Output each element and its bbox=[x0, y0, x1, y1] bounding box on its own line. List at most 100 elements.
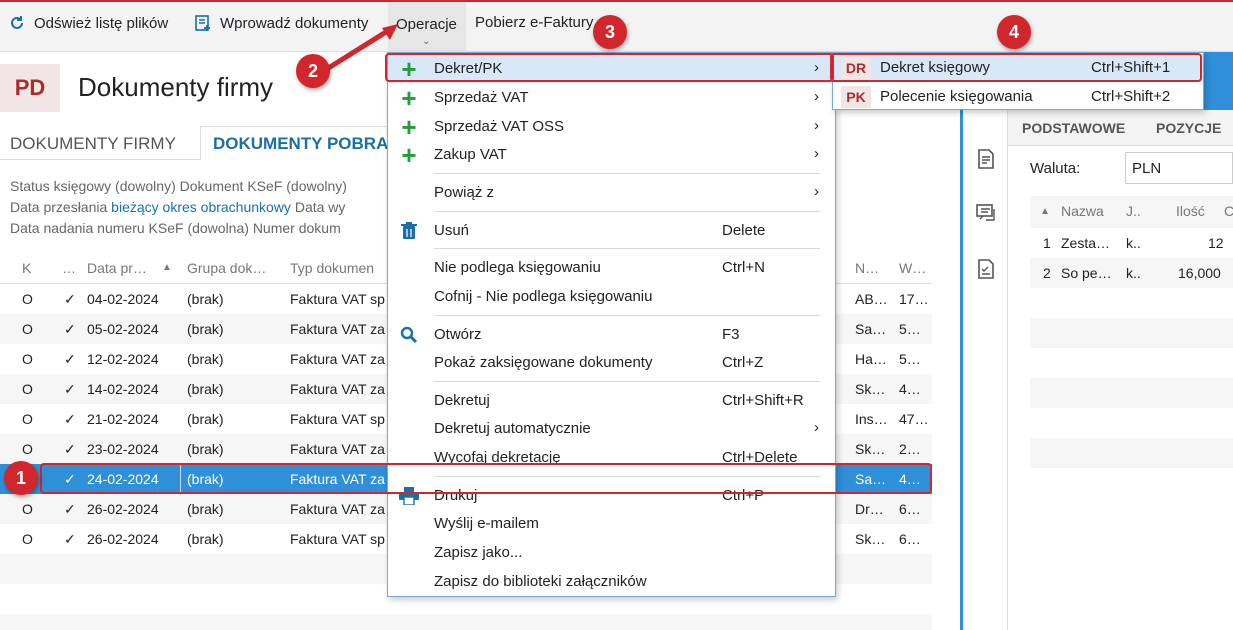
menu-item-shortcut: Ctrl+N bbox=[722, 259, 765, 276]
tab-downloaded-documents[interactable]: DOKUMENTY POBRA bbox=[213, 134, 388, 154]
menu-separator bbox=[434, 248, 820, 249]
menu-item-show-posted-documents[interactable]: Pokaż zaksięgowane dokumenty Ctrl+Z bbox=[388, 349, 835, 377]
cell-date: 23-02-2024 bbox=[87, 441, 159, 457]
menu-item-delete[interactable]: Usuń Delete bbox=[388, 217, 835, 245]
menu-item-undo-not-subject[interactable]: Cofnij - Nie podlega księgowaniu bbox=[388, 283, 835, 311]
item-number: 1 bbox=[1043, 235, 1051, 251]
menu-item-save-to-attachments[interactable]: Zapisz do biblioteki załączników bbox=[388, 568, 835, 596]
menu-item-save-as[interactable]: Zapisz jako... bbox=[388, 539, 835, 567]
menu-item-post[interactable]: Dekretuj Ctrl+Shift+R bbox=[388, 387, 835, 415]
cell-check: ✓ bbox=[64, 291, 76, 307]
trash-icon bbox=[398, 220, 420, 242]
column-header-unit[interactable]: J.. bbox=[1126, 203, 1141, 219]
document-type-badge: PK bbox=[841, 86, 871, 108]
menu-item-post-automatically[interactable]: Dekretuj automatycznie › bbox=[388, 415, 835, 443]
cell-w: 6… bbox=[899, 531, 921, 547]
refresh-button[interactable]: Odśwież listę plików bbox=[8, 14, 168, 32]
cell-k: O bbox=[22, 321, 33, 337]
download-einvoices-button[interactable]: Pobierz e-Faktury bbox=[475, 14, 593, 31]
column-header-quantity[interactable]: Ilość bbox=[1176, 203, 1205, 219]
submenu-item-shortcut: Ctrl+Shift+2 bbox=[1091, 88, 1171, 105]
comments-icon[interactable] bbox=[973, 200, 999, 226]
cell-k: O bbox=[22, 351, 33, 367]
column-header-type[interactable]: Typ dokumen bbox=[290, 260, 374, 276]
menu-item-label: Cofnij - Nie podlega księgowaniu bbox=[434, 288, 653, 305]
cell-n: Sk… bbox=[855, 381, 886, 397]
item-unit: k.. bbox=[1126, 265, 1141, 281]
column-header-name[interactable]: Nazwa bbox=[1061, 203, 1104, 219]
menu-item-label: Otwórz bbox=[434, 326, 482, 343]
cell-group: (brak) bbox=[187, 501, 224, 517]
annotation-highlight-dekret bbox=[385, 53, 834, 82]
tab-company-documents[interactable]: DOKUMENTY FIRMY bbox=[10, 134, 176, 154]
menu-item-label: Nie podlega księgowaniu bbox=[434, 259, 601, 276]
menu-item-sales-vat[interactable]: + Sprzedaż VAT › bbox=[388, 84, 835, 112]
column-header-c[interactable]: C bbox=[1224, 203, 1233, 219]
items-grid: ▲ Nazwa J.. Ilość C 1 Zesta… k.. 12 2 So… bbox=[1030, 196, 1233, 468]
items-grid-header: ▲ Nazwa J.. Ilość C bbox=[1030, 196, 1233, 228]
submenu-item-posting-order[interactable]: PK Polecenie księgowania Ctrl+Shift+2 bbox=[833, 83, 1203, 111]
cell-k: O bbox=[22, 501, 33, 517]
column-header-k[interactable]: K bbox=[22, 260, 31, 276]
column-header-check[interactable]: … bbox=[62, 260, 76, 276]
menu-item-label: Sprzedaż VAT bbox=[434, 89, 529, 106]
items-row[interactable]: 2 So pe… k.. 16,000 bbox=[1030, 258, 1233, 288]
cell-date: 21-02-2024 bbox=[87, 411, 159, 427]
chevron-right-icon: › bbox=[814, 88, 819, 105]
cell-n: AB… bbox=[855, 291, 888, 307]
preview-side-toolbar bbox=[963, 110, 1008, 630]
filter-issue-date[interactable]: Data wy bbox=[295, 199, 346, 215]
column-header-n[interactable]: N… bbox=[855, 260, 879, 276]
cell-check: ✓ bbox=[64, 351, 76, 367]
column-header-date[interactable]: Data pr… bbox=[87, 260, 147, 276]
cell-check: ✓ bbox=[64, 531, 76, 547]
items-row-empty bbox=[1030, 348, 1233, 378]
cell-type: Faktura VAT sp bbox=[290, 531, 385, 547]
menu-item-open[interactable]: Otwórz F3 bbox=[388, 321, 835, 349]
tab-bar: DOKUMENTY FIRMY DOKUMENTY POBRA bbox=[0, 126, 390, 160]
menu-item-label: Dekretuj automatycznie bbox=[434, 420, 591, 437]
cell-w: 5… bbox=[899, 351, 921, 367]
edit-document-icon[interactable] bbox=[973, 146, 999, 172]
filter-accounting-status[interactable]: Status księgowy (dowolny) bbox=[10, 178, 176, 194]
menu-item-shortcut: Ctrl+Shift+R bbox=[722, 392, 804, 409]
currency-label: Waluta: bbox=[1030, 160, 1081, 177]
filter-ksef-number-date[interactable]: Data nadania numeru KSeF (dowolna) bbox=[10, 220, 249, 236]
cell-w: 17… bbox=[899, 291, 929, 307]
menu-item-label: Powiąż z bbox=[434, 184, 495, 201]
currency-field[interactable]: PLN bbox=[1125, 152, 1233, 184]
cell-w: 5… bbox=[899, 321, 921, 337]
filter-sent-date-link[interactable]: bieżący okres obrachunkowy bbox=[111, 199, 291, 215]
item-name: So pe… bbox=[1061, 265, 1112, 281]
cell-type: Faktura VAT sp bbox=[290, 411, 385, 427]
tab-items[interactable]: POZYCJE bbox=[1156, 120, 1221, 136]
cell-date: 04-02-2024 bbox=[87, 291, 159, 307]
document-checklist-icon[interactable] bbox=[973, 256, 999, 282]
search-icon bbox=[398, 324, 420, 346]
cell-group: (brak) bbox=[187, 381, 224, 397]
cell-n: Ins… bbox=[855, 411, 888, 427]
menu-item-send-email[interactable]: Wyślij e-mailem bbox=[388, 510, 835, 538]
filter-ksef-document[interactable]: Dokument KSeF (dowolny) bbox=[180, 178, 347, 194]
item-quantity: 16,000 bbox=[1178, 265, 1221, 281]
menu-separator bbox=[434, 315, 820, 316]
cell-group: (brak) bbox=[187, 411, 224, 427]
cell-n: Ha… bbox=[855, 351, 887, 367]
cell-type: Faktura VAT za bbox=[290, 381, 385, 397]
filter-document-number[interactable]: Numer dokum bbox=[253, 220, 341, 236]
menu-item-link-with[interactable]: Powiąż z › bbox=[388, 179, 835, 207]
menu-item-purchase-vat[interactable]: + Zakup VAT › bbox=[388, 141, 835, 169]
cell-type: Faktura VAT za bbox=[290, 441, 385, 457]
item-unit: k.. bbox=[1126, 235, 1141, 251]
menu-item-sales-vat-oss[interactable]: + Sprzedaż VAT OSS › bbox=[388, 113, 835, 141]
column-header-w[interactable]: W… bbox=[899, 260, 926, 276]
menu-item-not-subject-to-accounting[interactable]: Nie podlega księgowaniu Ctrl+N bbox=[388, 254, 835, 282]
tab-basic[interactable]: PODSTAWOWE bbox=[1022, 120, 1125, 136]
menu-item-label: Wyślij e-mailem bbox=[434, 515, 539, 532]
items-row-empty bbox=[1030, 288, 1233, 318]
cell-w: 47… bbox=[899, 411, 929, 427]
cell-k: O bbox=[22, 411, 33, 427]
step-marker: 3 bbox=[593, 15, 627, 49]
items-row[interactable]: 1 Zesta… k.. 12 bbox=[1030, 228, 1233, 258]
column-header-group[interactable]: Grupa dok… bbox=[187, 260, 266, 276]
